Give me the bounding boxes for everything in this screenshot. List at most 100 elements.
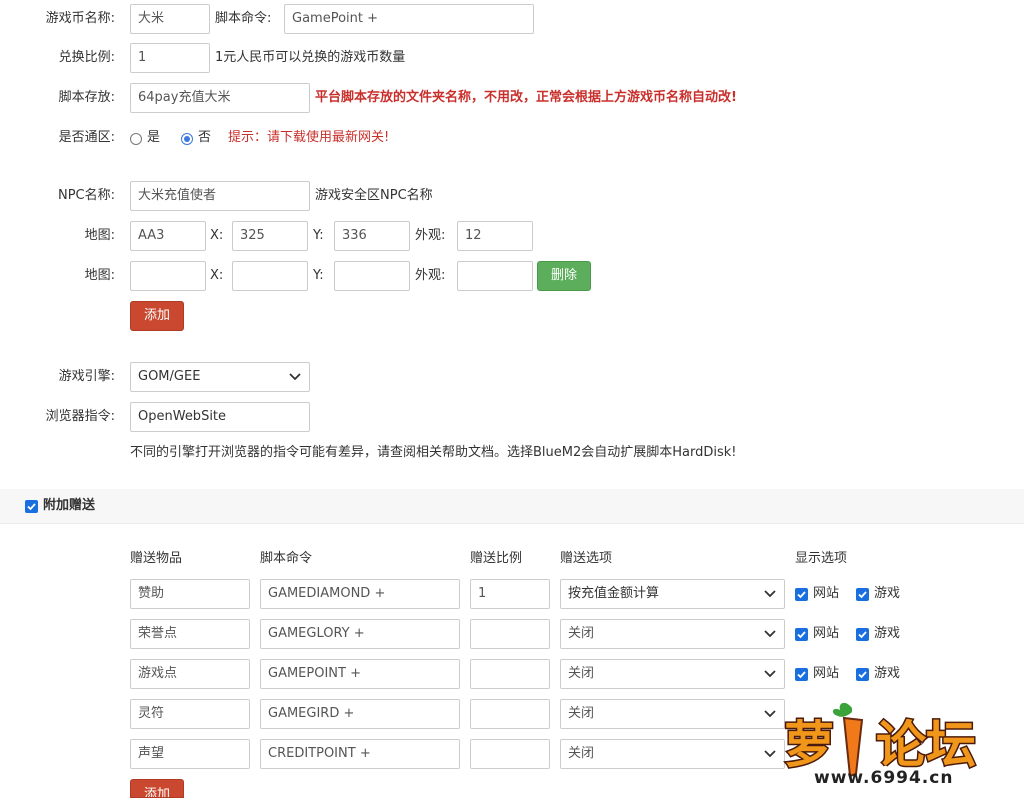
ratio-label: 兑换比例: — [58, 50, 115, 65]
engine-select-value: GOM/GEE — [138, 369, 201, 384]
bonus-item-input[interactable]: 游戏点 — [130, 659, 250, 689]
universal-tip: 提示：请下载使用最新网关! — [228, 130, 390, 145]
svg-text:萝: 萝 — [784, 716, 834, 774]
map-input-2[interactable] — [130, 261, 206, 291]
display-site-checkbox[interactable] — [795, 588, 808, 601]
svg-text:论坛: 论坛 — [876, 716, 976, 774]
bonus-option-select[interactable]: 关闭 — [560, 739, 785, 769]
display-game-checkbox[interactable] — [856, 628, 869, 641]
engine-label: 游戏引擎: — [58, 369, 115, 384]
universal-yes-radio[interactable] — [130, 133, 142, 145]
script-store-hint: 平台脚本存放的文件夹名称，不用改，正常会根据上方游戏币名称自动改! — [315, 90, 737, 105]
y-label-2: Y: — [313, 268, 324, 283]
bonus-option-select[interactable]: 关闭 — [560, 619, 785, 649]
coin-name-label: 游戏币名称: — [45, 11, 115, 26]
bonus-item-input[interactable]: 赞助 — [130, 579, 250, 609]
add-bonus-button[interactable]: 添加 — [130, 779, 184, 798]
bonus-item-input[interactable]: 灵符 — [130, 699, 250, 729]
look-input-2[interactable] — [457, 261, 533, 291]
universal-no-label: 否 — [198, 130, 212, 145]
y-input-1[interactable]: 336 — [334, 221, 410, 251]
universal-yes-label: 是 — [147, 130, 161, 145]
script-store-input[interactable]: 64pay充值大米 — [130, 83, 310, 113]
npc-hint: 游戏安全区NPC名称 — [315, 188, 433, 203]
x-input-2[interactable] — [232, 261, 308, 291]
universal-label: 是否通区: — [58, 130, 115, 145]
bonus-cmd-input[interactable]: GAMEGIRD + — [260, 699, 460, 729]
bonus-option-value: 按充值金额计算 — [568, 586, 660, 601]
delete-map-button[interactable]: 删除 — [537, 261, 591, 291]
col-header-ratio: 赠送比例 — [470, 551, 523, 566]
display-site-checkbox[interactable] — [795, 628, 808, 641]
y-label-1: Y: — [313, 228, 324, 243]
bonus-cmd-input[interactable]: GAMEGLORY + — [260, 619, 460, 649]
script-store-label: 脚本存放: — [58, 90, 115, 105]
npc-label: NPC名称: — [57, 188, 115, 203]
display-site-label: 网站 — [813, 626, 840, 641]
look-input-1[interactable]: 12 — [457, 221, 533, 251]
bonus-section-bar — [0, 489, 1024, 524]
bonus-ratio-input[interactable] — [470, 619, 550, 649]
look-label-2: 外观: — [415, 268, 446, 283]
col-header-display: 显示选项 — [795, 551, 848, 566]
chevron-down-icon — [764, 590, 776, 598]
bonus-option-value: 关闭 — [568, 666, 595, 681]
look-label-1: 外观: — [415, 228, 446, 243]
add-map-button[interactable]: 添加 — [130, 301, 184, 331]
chevron-down-icon — [764, 710, 776, 718]
display-game-label: 游戏 — [874, 666, 901, 681]
bonus-option-select[interactable]: 关闭 — [560, 659, 785, 689]
bonus-option-value: 关闭 — [568, 706, 595, 721]
bonus-item-input[interactable]: 荣誉点 — [130, 619, 250, 649]
browser-cmd-input[interactable]: OpenWebSite — [130, 402, 310, 432]
script-cmd-input[interactable]: GamePoint + — [284, 4, 534, 34]
npc-input[interactable]: 大米充值使者 — [130, 181, 310, 211]
bonus-cmd-input[interactable]: CREDITPOINT + — [260, 739, 460, 769]
display-game-label: 游戏 — [874, 626, 901, 641]
bonus-cmd-input[interactable]: GAMEPOINT + — [260, 659, 460, 689]
bonus-cmd-input[interactable]: GAMEDIAMOND + — [260, 579, 460, 609]
coin-name-input[interactable]: 大米 — [130, 4, 210, 34]
bonus-option-value: 关闭 — [568, 626, 595, 641]
chevron-down-icon — [764, 670, 776, 678]
bonus-section-title: 附加赠送 — [43, 498, 96, 513]
bonus-ratio-input[interactable] — [470, 699, 550, 729]
map-label-2: 地图: — [84, 268, 115, 283]
chevron-down-icon — [764, 630, 776, 638]
check-icon — [858, 631, 867, 639]
ratio-input[interactable]: 1 — [130, 43, 210, 73]
display-site-label: 网站 — [813, 666, 840, 681]
display-game-checkbox[interactable] — [856, 668, 869, 681]
ratio-hint: 1元人民币可以兑换的游戏币数量 — [215, 50, 406, 65]
map-label-1: 地图: — [84, 228, 115, 243]
map-input-1[interactable]: AA3 — [130, 221, 206, 251]
col-header-option: 赠送选项 — [560, 551, 613, 566]
display-site-checkbox[interactable] — [795, 668, 808, 681]
engine-select[interactable]: GOM/GEE — [130, 362, 310, 392]
bonus-ratio-input[interactable] — [470, 739, 550, 769]
bonus-option-select[interactable]: 关闭 — [560, 699, 785, 729]
y-input-2[interactable] — [334, 261, 410, 291]
check-icon — [797, 671, 806, 679]
bonus-ratio-input[interactable] — [470, 659, 550, 689]
check-icon — [27, 503, 36, 511]
display-game-checkbox[interactable] — [856, 588, 869, 601]
bonus-section-checkbox[interactable] — [25, 500, 38, 513]
engine-note: 不同的引擎打开浏览器的指令可能有差异，请查阅相关帮助文档。选择BlueM2会自动… — [130, 445, 737, 460]
check-icon — [797, 631, 806, 639]
universal-no-radio[interactable] — [181, 133, 193, 145]
display-site-label: 网站 — [813, 586, 840, 601]
script-cmd-label: 脚本命令: — [215, 11, 272, 26]
check-icon — [858, 591, 867, 599]
bonus-item-input[interactable]: 声望 — [130, 739, 250, 769]
bonus-ratio-input[interactable]: 1 — [470, 579, 550, 609]
bonus-option-value: 关闭 — [568, 746, 595, 761]
x-label-1: X: — [210, 228, 224, 243]
x-label-2: X: — [210, 268, 224, 283]
bonus-option-select[interactable]: 按充值金额计算 — [560, 579, 785, 609]
watermark-url: www.6994.cn — [814, 768, 954, 788]
col-header-item: 赠送物品 — [130, 551, 183, 566]
col-header-cmd: 脚本命令 — [260, 551, 313, 566]
chevron-down-icon — [764, 750, 776, 758]
x-input-1[interactable]: 325 — [232, 221, 308, 251]
